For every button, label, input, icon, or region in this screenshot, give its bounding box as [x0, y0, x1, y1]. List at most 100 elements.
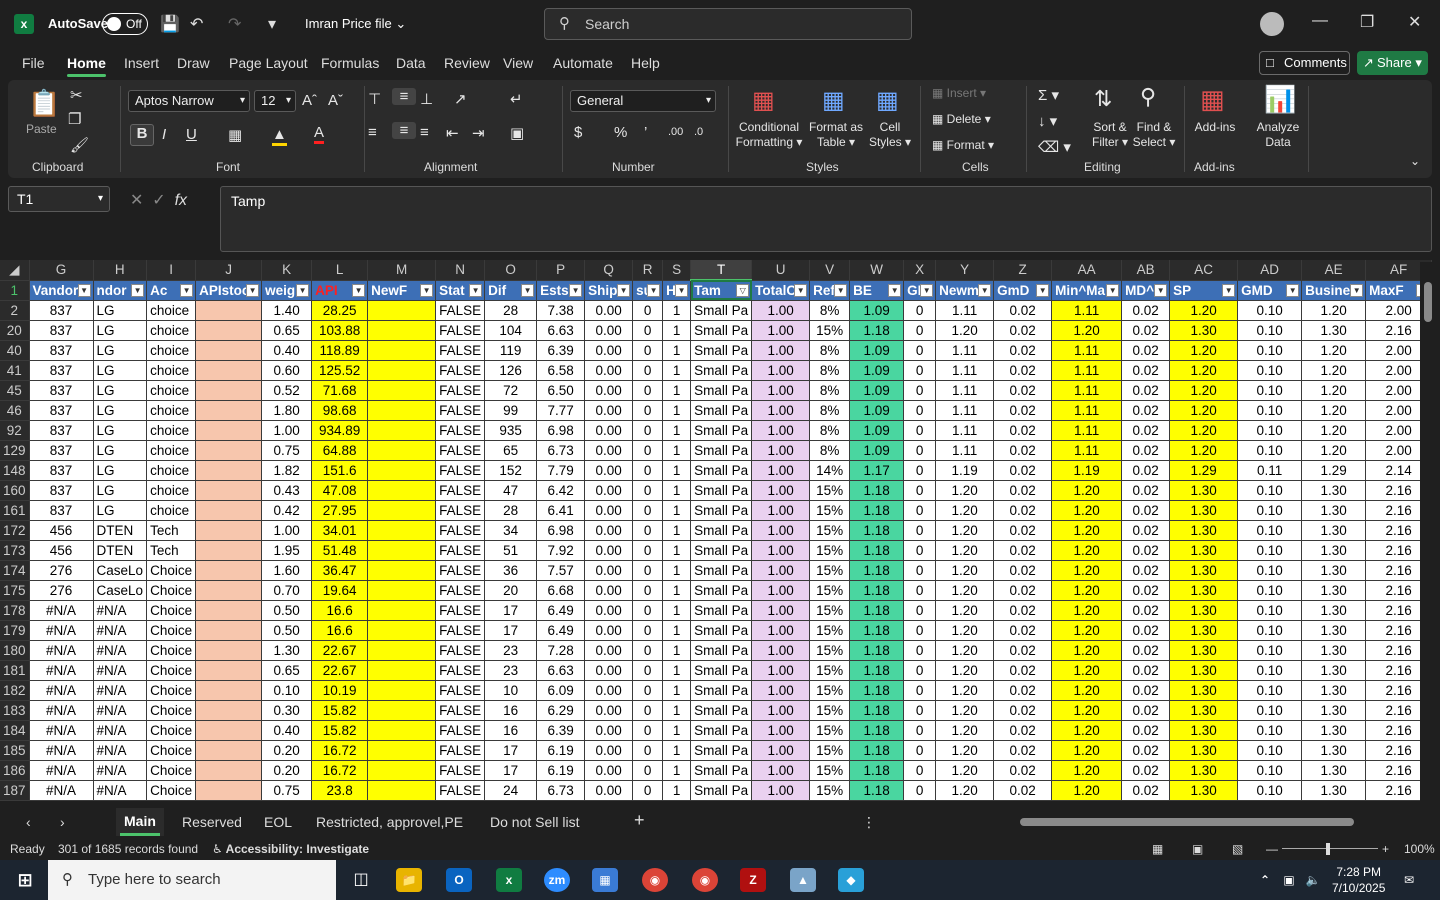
cell-n[interactable]: FALSE [435, 420, 486, 441]
cell-ae[interactable]: 1.30 [1301, 540, 1367, 561]
cell-ac[interactable]: 1.29 [1169, 460, 1239, 481]
cell-m[interactable] [367, 720, 437, 741]
filter-dropdown-icon[interactable]: ▼ [1286, 283, 1300, 297]
cell-o[interactable]: 119 [484, 340, 538, 361]
cell-k[interactable]: 1.40 [261, 300, 313, 321]
menu-home[interactable]: Home [67, 55, 106, 77]
cell-x[interactable]: 0 [903, 480, 937, 501]
row-header[interactable]: 187 [0, 780, 30, 801]
cell-p[interactable]: 6.73 [536, 780, 586, 801]
cell-i[interactable]: choice [146, 300, 197, 321]
cell-ae[interactable]: 1.20 [1301, 340, 1367, 361]
vpn-icon[interactable]: ◆ [838, 868, 864, 892]
tab-eol[interactable]: EOL [264, 814, 292, 830]
cell-k[interactable]: 1.80 [261, 400, 313, 421]
cell-ae[interactable]: 1.30 [1301, 500, 1367, 521]
cell-y[interactable]: 1.20 [935, 640, 995, 661]
vertical-scrollbar[interactable] [1420, 262, 1436, 806]
cell-ae[interactable]: 1.30 [1301, 620, 1367, 641]
decrease-decimal-icon[interactable]: .0 [694, 126, 703, 138]
cell-v[interactable]: 15% [809, 720, 851, 741]
cell-i[interactable]: Choice [146, 780, 197, 801]
cell-p[interactable]: 6.49 [536, 620, 586, 641]
cell-ac[interactable]: 1.20 [1169, 300, 1239, 321]
cell-o[interactable]: 65 [484, 440, 538, 461]
cell-z[interactable]: 0.02 [993, 680, 1053, 701]
cell-ab[interactable]: 0.02 [1121, 480, 1171, 501]
cell-n[interactable]: FALSE [435, 380, 486, 401]
cell-o[interactable]: 34 [484, 520, 538, 541]
cell-ac[interactable]: 1.30 [1169, 500, 1239, 521]
cell-l[interactable]: 15.82 [311, 700, 369, 721]
row-header[interactable]: 174 [0, 560, 30, 581]
cell-x[interactable]: 0 [903, 300, 937, 321]
cell-ae[interactable]: 1.20 [1301, 380, 1367, 401]
accessibility-status[interactable]: ♿ Accessibility: Investigate [212, 842, 369, 856]
cell-aa[interactable]: 1.20 [1051, 720, 1123, 741]
cell-ad[interactable]: 0.10 [1237, 600, 1303, 621]
cell-ac[interactable]: 1.30 [1169, 320, 1239, 341]
column-header-aa[interactable]: AA [1051, 260, 1123, 281]
cell-j[interactable] [195, 640, 263, 661]
sort-filter-icon[interactable]: ⇅ [1094, 86, 1112, 112]
cell-h[interactable]: CaseLo [93, 560, 148, 581]
align-right-icon[interactable]: ≡ [420, 124, 429, 141]
column-header-ac[interactable]: AC [1169, 260, 1239, 281]
cell-ad[interactable]: 0.10 [1237, 300, 1303, 321]
clock[interactable]: 7:28 PM 7/10/2025 [1332, 864, 1385, 896]
cell-ad[interactable]: 0.10 [1237, 520, 1303, 541]
filter-dropdown-icon[interactable]: ▼ [1106, 283, 1120, 297]
cell-s[interactable]: 1 [662, 300, 692, 321]
cell-r[interactable]: 0 [632, 680, 664, 701]
cell-ab[interactable]: 0.02 [1121, 500, 1171, 521]
cell-g[interactable]: #N/A [29, 600, 94, 621]
cell-g[interactable]: 837 [29, 400, 94, 421]
cell-t[interactable]: Small Pa [690, 500, 753, 521]
cell-h[interactable]: LG [93, 320, 148, 341]
cell-q[interactable]: 0.00 [584, 460, 634, 481]
cell-l[interactable]: 34.01 [311, 520, 369, 541]
cell-ab[interactable]: 0.02 [1121, 340, 1171, 361]
cell-q[interactable]: 0.00 [584, 300, 634, 321]
cell-x[interactable]: 0 [903, 500, 937, 521]
cell-o[interactable]: 17 [484, 600, 538, 621]
cell-ac[interactable]: 1.20 [1169, 420, 1239, 441]
align-bottom-icon[interactable]: ⊥ [420, 90, 433, 108]
cell-t[interactable]: Small Pa [690, 320, 753, 341]
row-header[interactable]: 173 [0, 540, 30, 561]
cell-ae[interactable]: 1.30 [1301, 600, 1367, 621]
cell-s[interactable]: 1 [662, 560, 692, 581]
cell-w[interactable]: 1.09 [849, 340, 905, 361]
cell-v[interactable]: 15% [809, 580, 851, 601]
cell-w[interactable]: 1.09 [849, 380, 905, 401]
borders-icon[interactable]: ▦ [228, 126, 242, 144]
cell-t[interactable]: Small Pa [690, 660, 753, 681]
analyze-data-button[interactable]: Analyze Data [1250, 120, 1306, 150]
cell-r[interactable]: 0 [632, 600, 664, 621]
zoom-slider[interactable] [1282, 848, 1378, 849]
decrease-font-icon[interactable]: Aˇ [328, 92, 343, 109]
filter-header-r[interactable]: sui ▼ [632, 280, 664, 301]
cell-x[interactable]: 0 [903, 720, 937, 741]
cell-v[interactable]: 15% [809, 740, 851, 761]
cell-k[interactable]: 0.40 [261, 720, 313, 741]
align-center-icon[interactable]: ≡ [392, 122, 416, 139]
cell-v[interactable]: 8% [809, 400, 851, 421]
cell-y[interactable]: 1.20 [935, 520, 995, 541]
cell-aa[interactable]: 1.11 [1051, 440, 1123, 461]
cell-h[interactable]: LG [93, 400, 148, 421]
conditional-formatting-icon[interactable]: ▦ [752, 86, 775, 115]
cell-v[interactable]: 15% [809, 780, 851, 801]
cell-q[interactable]: 0.00 [584, 500, 634, 521]
filter-header-o[interactable]: Dif ▼ [484, 280, 538, 301]
cell-j[interactable] [195, 660, 263, 681]
cell-g[interactable]: 837 [29, 440, 94, 461]
increase-indent-icon[interactable]: ⇥ [472, 124, 485, 142]
minimize-icon[interactable]: — [1312, 12, 1328, 30]
row-header[interactable]: 160 [0, 480, 30, 501]
cell-g[interactable]: #N/A [29, 740, 94, 761]
cell-k[interactable]: 0.52 [261, 380, 313, 401]
cell-ae[interactable]: 1.30 [1301, 720, 1367, 741]
cell-l[interactable]: 15.82 [311, 720, 369, 741]
cell-z[interactable]: 0.02 [993, 760, 1053, 781]
